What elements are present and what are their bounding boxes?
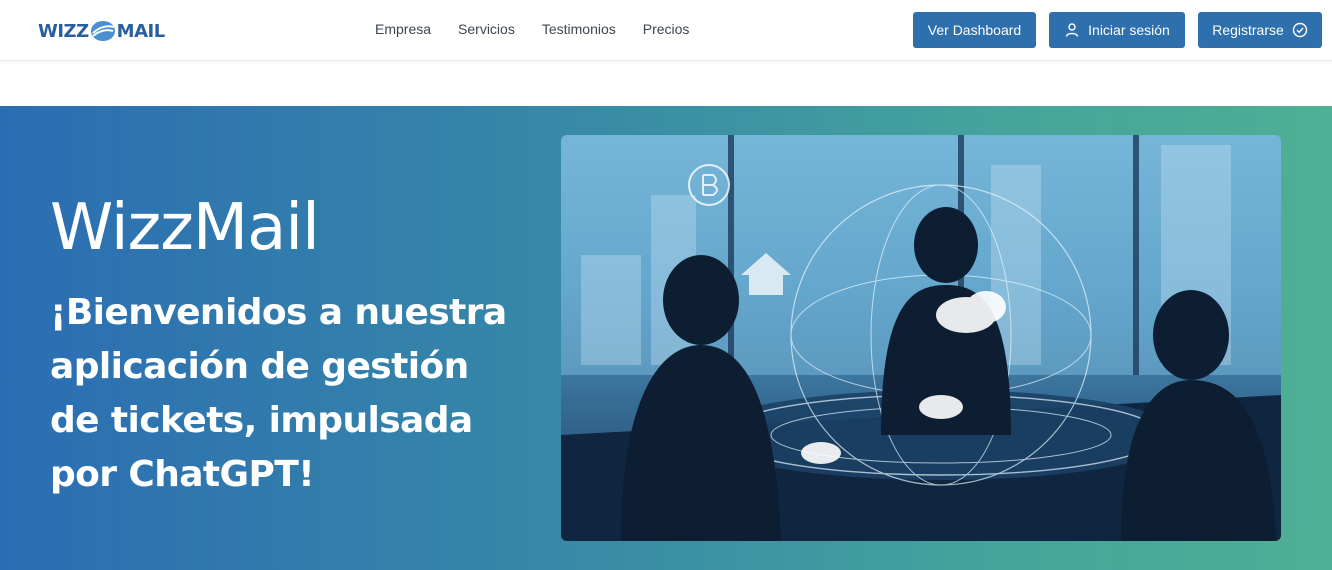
check-circle-icon [1292,22,1307,38]
nav-link-empresa[interactable]: Empresa [375,21,431,37]
top-navbar: WIZZ MAIL Empresa Servicios Testimonios … [0,0,1332,61]
hero-subtitle: ¡Bienvenidos a nuestra aplicación de ges… [50,292,507,495]
user-icon [1065,23,1079,37]
view-dashboard-button[interactable]: Ver Dashboard [913,12,1036,48]
wizzmail-logo[interactable]: WIZZ MAIL [38,18,165,44]
nav-link-servicios[interactable]: Servicios [458,21,515,37]
login-label: Iniciar sesión [1088,22,1170,38]
nav-link-precios[interactable]: Precios [643,21,690,37]
register-label: Registrarse [1212,22,1284,38]
register-button[interactable]: Registrarse [1198,12,1322,48]
hero-title: WizzMail [50,191,320,265]
nav-link-testimonios[interactable]: Testimonios [542,21,616,37]
business-meeting-network-icon [561,135,1281,541]
logo-text-left: WIZZ [38,20,89,42]
login-button[interactable]: Iniciar sesión [1049,12,1185,48]
logo-text-right: MAIL [116,20,166,42]
hero-image [561,135,1281,541]
hero-section: WizzMail ¡Bienvenidos a nuestra aplicaci… [0,106,1332,570]
envelope-logo-icon [90,21,115,41]
view-dashboard-label: Ver Dashboard [927,22,1022,38]
main-nav: Empresa Servicios Testimonios Precios [375,21,689,37]
